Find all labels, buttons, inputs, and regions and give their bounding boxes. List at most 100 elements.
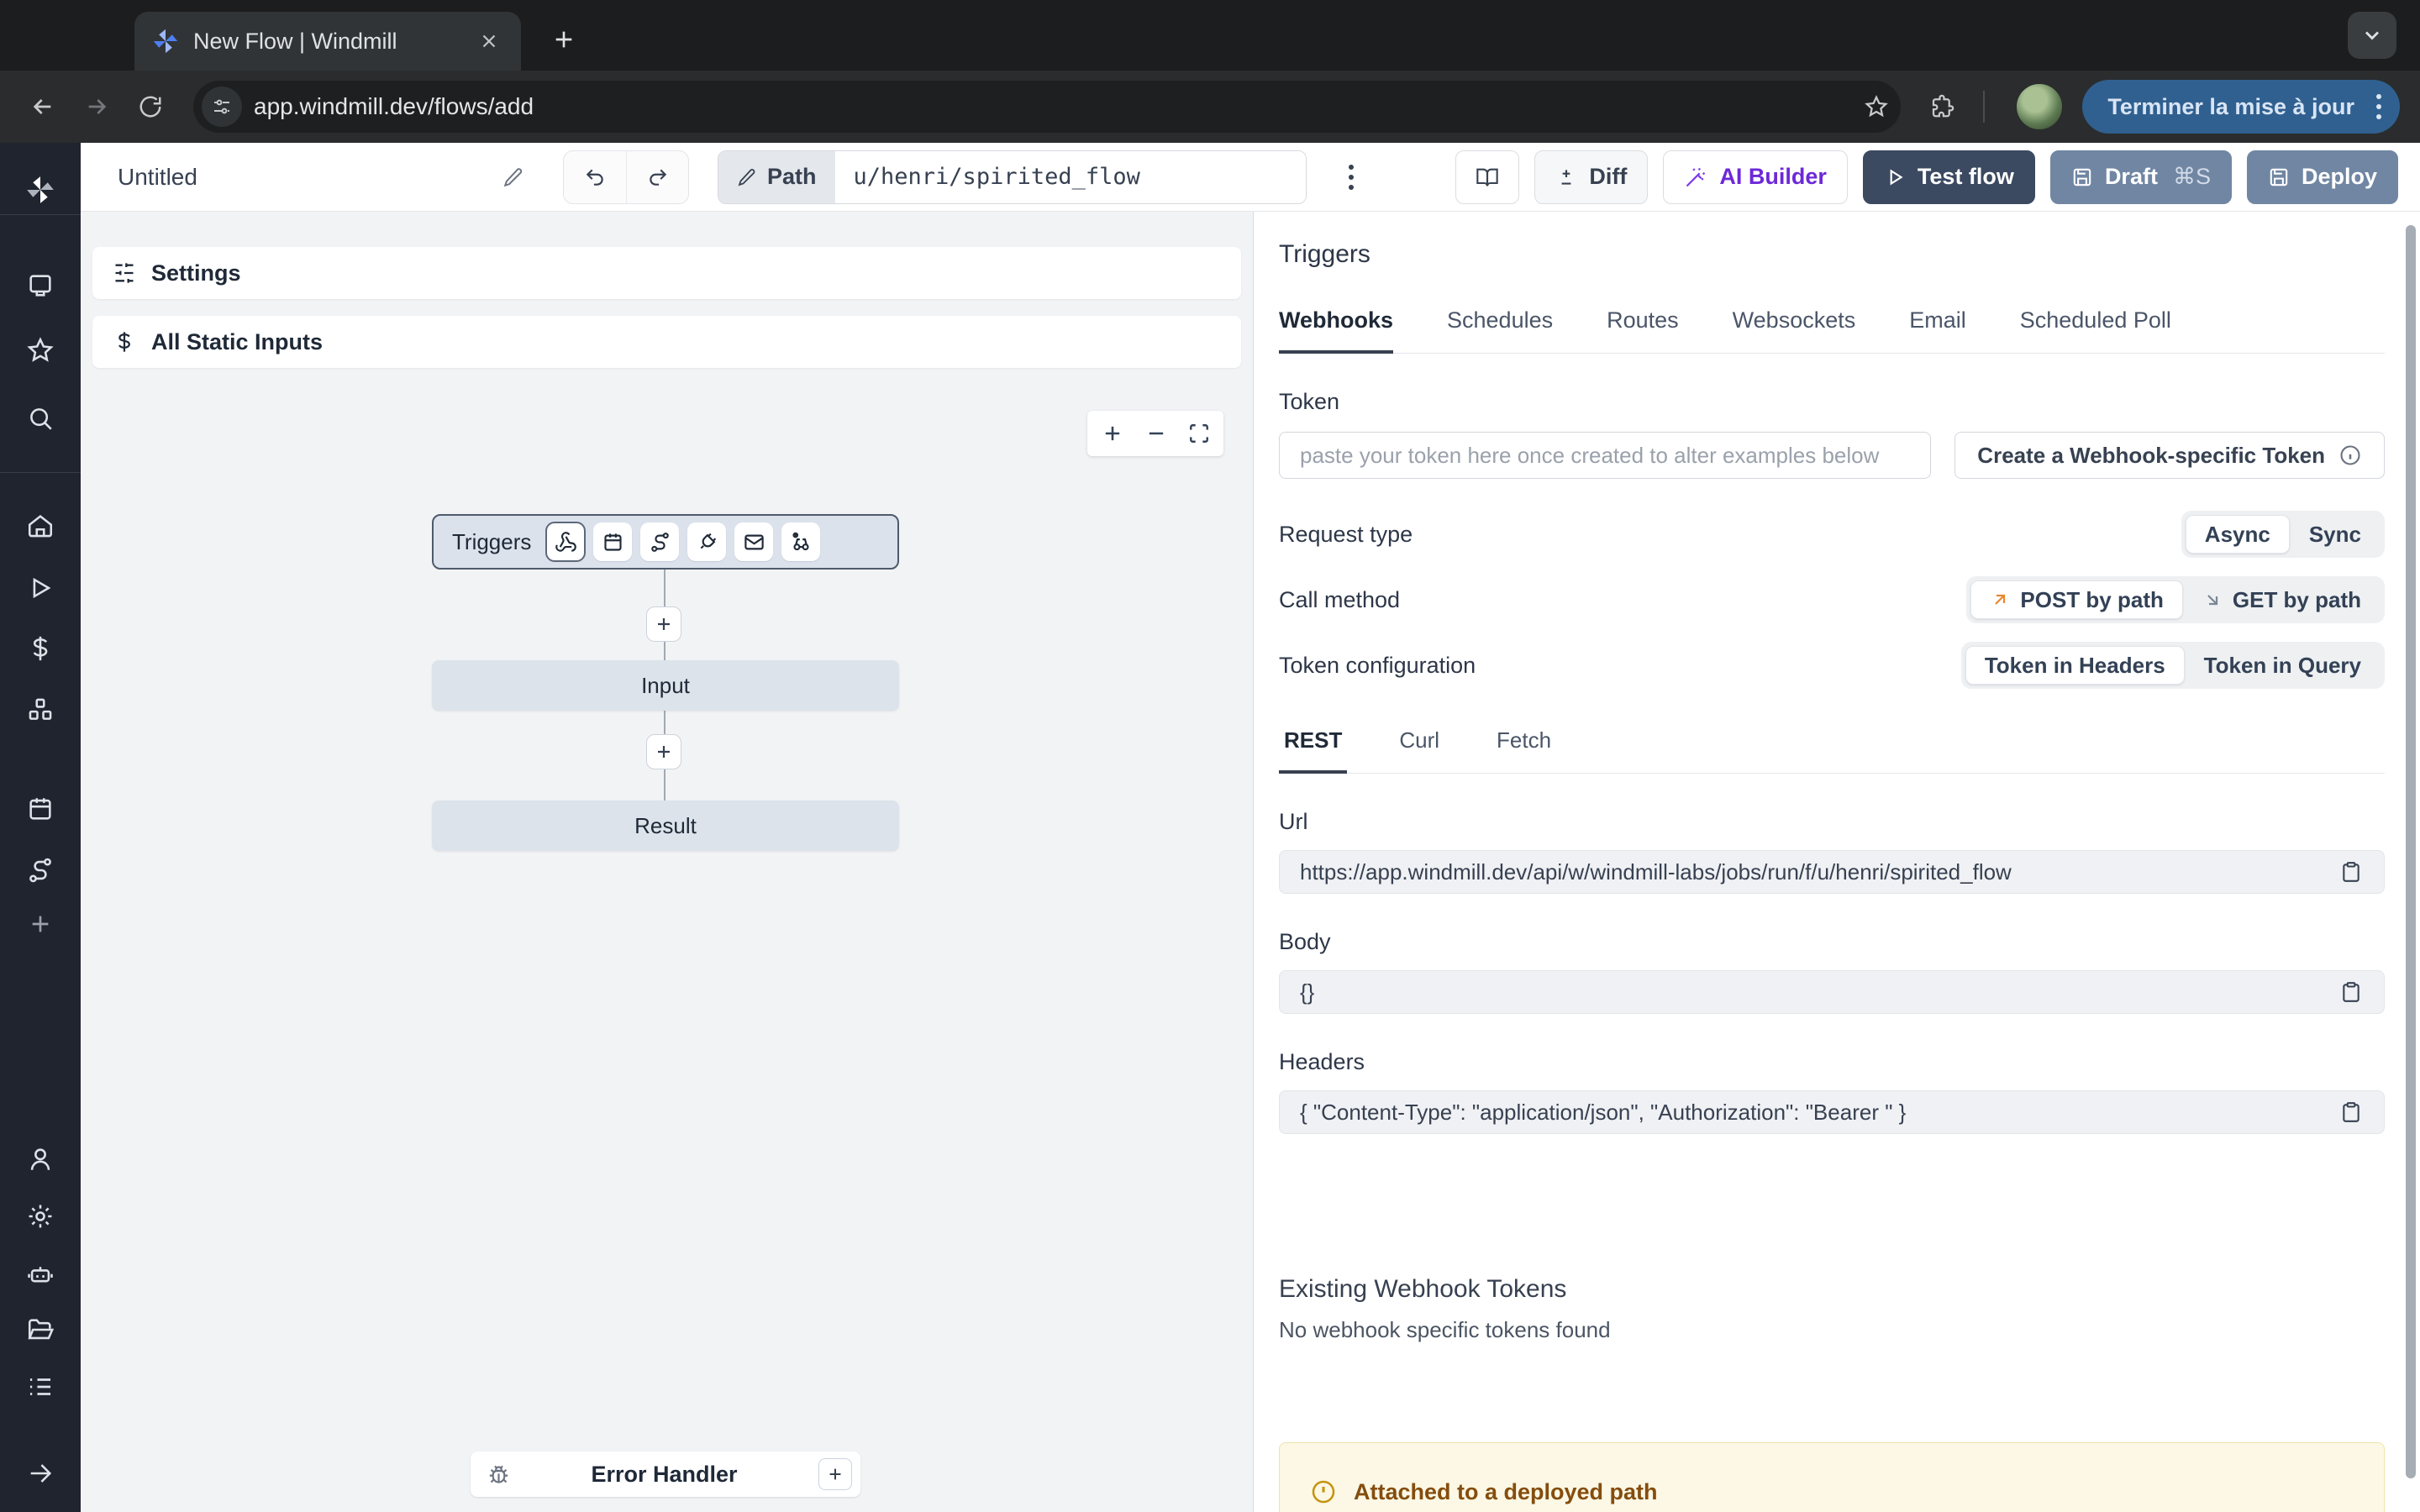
sidebar-item-resources[interactable] (13, 686, 67, 733)
browser-tab[interactable]: New Flow | Windmill (134, 12, 521, 71)
more-options-button[interactable] (1340, 156, 1362, 198)
windmill-favicon (151, 27, 180, 55)
zoom-in-button[interactable] (1101, 422, 1124, 445)
url-bar[interactable]: app.windmill.dev/flows/add (193, 81, 1901, 133)
tab-websockets[interactable]: Websockets (1733, 307, 1856, 354)
call-method-label: Call method (1279, 587, 1400, 613)
sidebar-item-folders[interactable] (13, 1306, 67, 1353)
add-error-handler-button[interactable] (818, 1458, 852, 1490)
websocket-trigger-button[interactable] (687, 522, 726, 561)
windmill-logo[interactable] (13, 166, 67, 213)
extensions-icon[interactable] (1929, 94, 1954, 119)
input-node[interactable]: Input (432, 660, 899, 711)
tab-email[interactable]: Email (1909, 307, 1966, 354)
diff-icon (1555, 166, 1577, 188)
forward-button[interactable] (74, 84, 119, 129)
diff-button[interactable]: Diff (1534, 150, 1648, 204)
sidebar-item-workers[interactable] (13, 1250, 67, 1297)
url-text: app.windmill.dev/flows/add (254, 93, 1852, 120)
tab-rest[interactable]: REST (1279, 727, 1347, 774)
plus-icon (826, 1465, 844, 1483)
sidebar-item-runs[interactable] (13, 564, 67, 612)
new-tab-button[interactable] (544, 20, 583, 59)
deploy-button[interactable]: Deploy (2247, 150, 2398, 204)
tab-scheduled-poll[interactable]: Scheduled Poll (2020, 307, 2171, 354)
flow-name-field[interactable]: Untitled (103, 151, 539, 203)
tab-fetch[interactable]: Fetch (1491, 727, 1556, 774)
test-flow-button[interactable]: Test flow (1863, 150, 2035, 204)
tab-schedules[interactable]: Schedules (1447, 307, 1553, 354)
reload-button[interactable] (128, 84, 173, 129)
docs-button[interactable] (1455, 150, 1519, 204)
chevron-down-icon[interactable] (2348, 12, 2396, 59)
result-node[interactable]: Result (432, 801, 899, 851)
request-type-async[interactable]: Async (2186, 515, 2290, 554)
clipboard-icon (2340, 1101, 2362, 1123)
copy-body-button[interactable] (2335, 976, 2367, 1008)
browser-menu-icon[interactable] (2370, 94, 2388, 119)
sidebar-item-search[interactable] (13, 395, 67, 442)
search-icon (26, 404, 55, 433)
fit-view-button[interactable] (1188, 423, 1210, 444)
avatar[interactable] (2017, 84, 2062, 129)
site-info-icon[interactable] (202, 87, 242, 127)
path-input[interactable] (835, 151, 1306, 203)
draft-button[interactable]: Draft ⌘S (2050, 150, 2232, 204)
sidebar-item-variables[interactable] (13, 625, 67, 672)
token-in-headers[interactable]: Token in Headers (1965, 646, 2185, 685)
token-in-query[interactable]: Token in Query (2185, 646, 2381, 685)
sidebar-item-account[interactable] (13, 1136, 67, 1183)
email-trigger-button[interactable] (734, 522, 773, 561)
scheduled-poll-trigger-button[interactable] (781, 522, 820, 561)
undo-button[interactable] (564, 151, 626, 203)
sidebar-item-routes[interactable] (13, 847, 67, 894)
tab-curl[interactable]: Curl (1394, 727, 1444, 774)
header-actions: Diff AI Builder Test flow Draft ⌘S (1455, 150, 2398, 204)
webhook-trigger-button[interactable] (546, 522, 585, 561)
token-input[interactable] (1279, 432, 1931, 479)
token-config-toggle: Token in Headers Token in Query (1961, 642, 2385, 689)
tab-routes[interactable]: Routes (1607, 307, 1679, 354)
flow-canvas[interactable]: Settings All Static Inputs Triggers (81, 212, 1254, 1512)
copy-url-button[interactable] (2335, 856, 2367, 888)
redo-button[interactable] (626, 151, 688, 203)
schedule-trigger-button[interactable] (593, 522, 632, 561)
settings-bar[interactable]: Settings (92, 247, 1241, 299)
insert-step-button[interactable] (646, 734, 681, 769)
tab-close-icon[interactable] (474, 26, 504, 56)
create-token-button[interactable]: Create a Webhook-specific Token (1954, 432, 2385, 479)
call-method-post[interactable]: POST by path (1970, 580, 2182, 619)
sidebar-item-settings[interactable] (13, 1193, 67, 1240)
sidebar-item-favorites[interactable] (13, 327, 67, 374)
static-inputs-bar[interactable]: All Static Inputs (92, 316, 1241, 368)
sidebar-item-apps[interactable] (13, 262, 67, 309)
triggers-node[interactable]: Triggers (432, 514, 899, 570)
sidebar-expand-button[interactable] (13, 1450, 67, 1497)
headers-label: Headers (1279, 1049, 2385, 1075)
warning-title: Attached to a deployed path (1354, 1479, 1658, 1505)
resources-icon (26, 696, 55, 724)
sidebar-item-add[interactable] (13, 900, 67, 948)
back-button[interactable] (20, 84, 66, 129)
route-trigger-button[interactable] (640, 522, 679, 561)
request-type-sync[interactable]: Sync (2290, 515, 2381, 554)
copy-headers-button[interactable] (2335, 1096, 2367, 1128)
body-field: {} (1279, 970, 2385, 1014)
zoom-out-button[interactable] (1144, 422, 1168, 445)
insert-step-button[interactable] (646, 606, 681, 642)
tab-webhooks[interactable]: Webhooks (1279, 307, 1393, 354)
sidebar-item-logs[interactable] (13, 1363, 67, 1410)
sidebar-item-schedules[interactable] (13, 785, 67, 832)
error-handler-bar[interactable]: Error Handler (471, 1452, 860, 1497)
ai-builder-button[interactable]: AI Builder (1663, 150, 1848, 204)
sliders-icon (113, 261, 136, 285)
browser-toolbar: app.windmill.dev/flows/add Terminer la m… (0, 71, 2420, 143)
call-method-get[interactable]: GET by path (2183, 580, 2381, 619)
pencil-icon[interactable] (502, 166, 524, 188)
update-browser-button[interactable]: Terminer la mise à jour (2082, 80, 2400, 134)
panel-scrollbar[interactable] (2406, 225, 2416, 1478)
bookmark-icon[interactable] (1864, 94, 1889, 119)
sidebar-item-home[interactable] (13, 502, 67, 549)
arrow-down-right-icon (2202, 590, 2223, 610)
update-browser-label: Terminer la mise à jour (2107, 94, 2354, 120)
